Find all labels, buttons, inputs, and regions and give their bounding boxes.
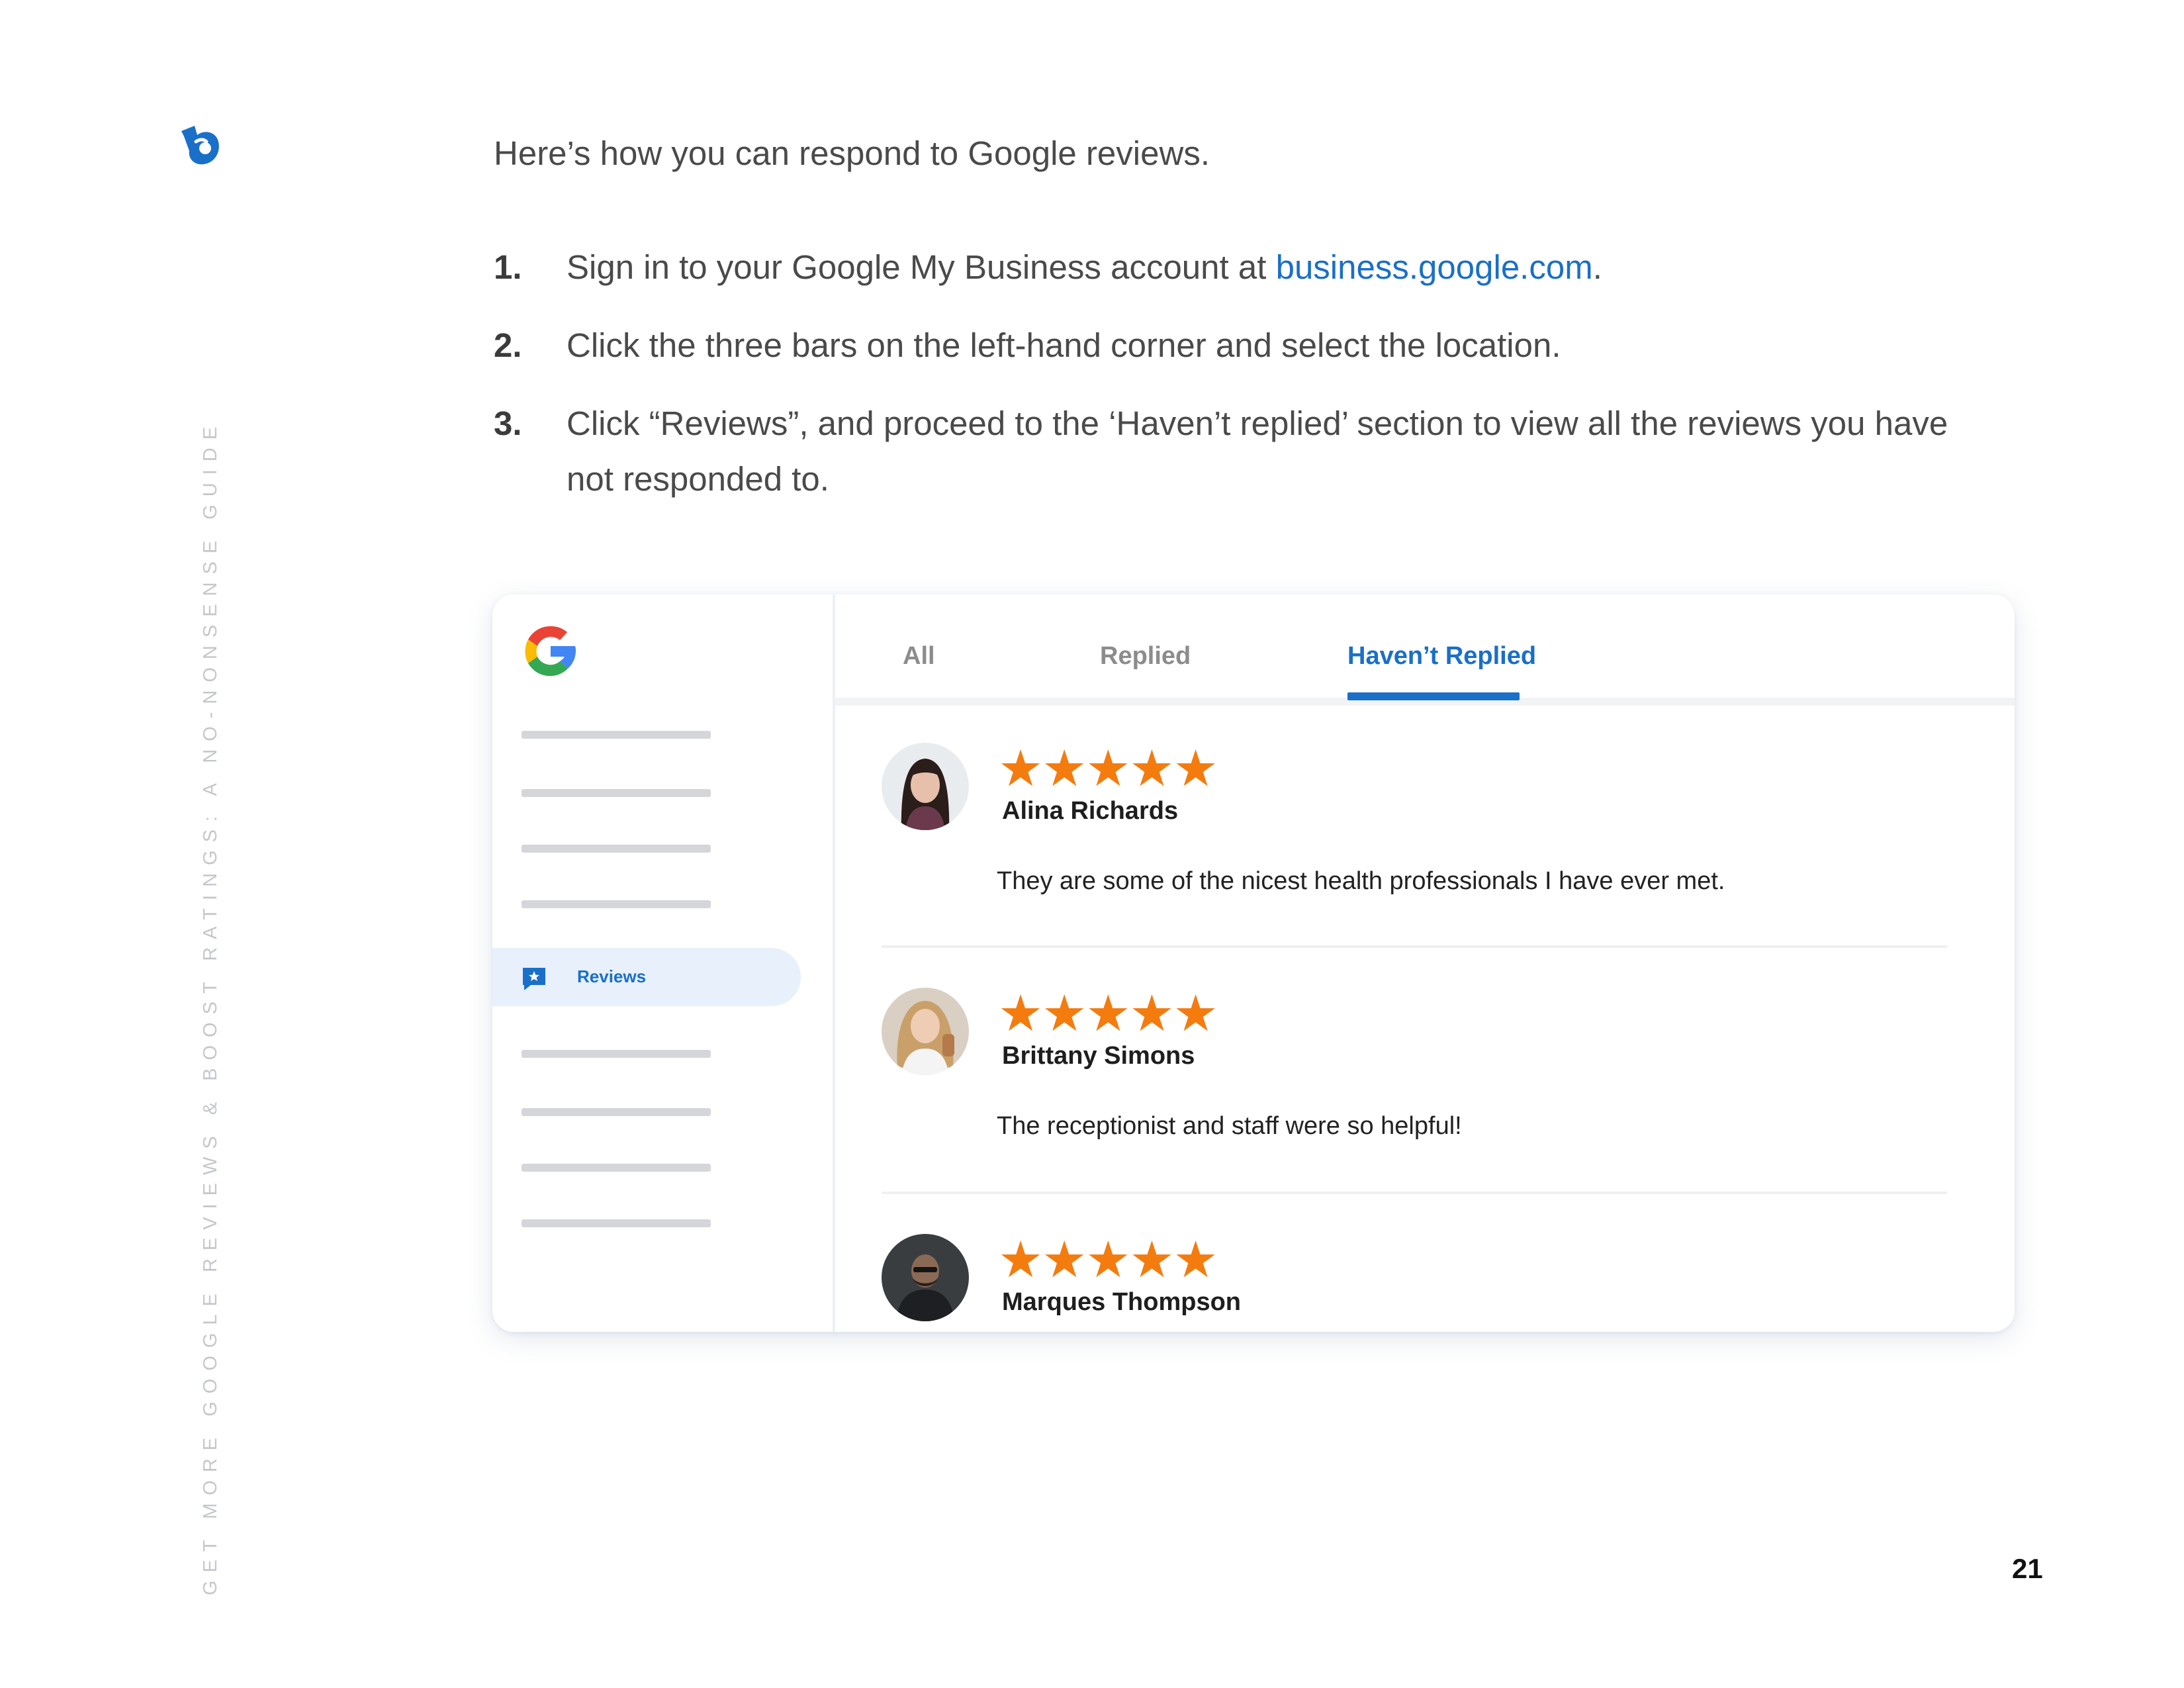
- menu-placeholder-bar[interactable]: [522, 1108, 711, 1116]
- step-text: Click the three bars on the left-hand co…: [567, 326, 1561, 364]
- menu-placeholder-bar[interactable]: [522, 1219, 711, 1227]
- mock-main: All Replied Haven’t Replied ★★★★★ Alina …: [835, 594, 2015, 1332]
- brand-logo-icon: [181, 126, 219, 165]
- step-text: Click “Reviews”, and proceed to the ‘Hav…: [567, 404, 1948, 498]
- step-2: 2. Click the three bars on the left-hand…: [494, 318, 1950, 373]
- avatar: [882, 988, 969, 1075]
- menu-placeholder-bar[interactable]: [522, 845, 711, 853]
- page-number: 21: [2012, 1553, 2043, 1584]
- business-google-link[interactable]: business.google.com: [1276, 248, 1593, 286]
- menu-placeholder-bar[interactable]: [522, 1050, 711, 1058]
- avatar: [882, 1234, 969, 1321]
- tab-havent-replied[interactable]: Haven’t Replied: [1347, 642, 1536, 671]
- reviewer-name: Alina Richards: [1002, 797, 1179, 825]
- sidebar-item-reviews[interactable]: Reviews: [492, 948, 801, 1006]
- active-tab-indicator: [1347, 692, 1520, 700]
- avatar: [882, 743, 969, 830]
- step-number: 3.: [494, 404, 522, 442]
- step-text: Sign in to your Google My Business accou…: [567, 248, 1276, 286]
- star-rating: ★★★★★: [998, 741, 1218, 797]
- step-number: 2.: [494, 326, 522, 364]
- tab-replied[interactable]: Replied: [1100, 642, 1191, 671]
- menu-placeholder-bar[interactable]: [522, 789, 711, 797]
- reviewer-name: Brittany Simons: [1002, 1042, 1195, 1070]
- reviewer-name: Marques Thompson: [1002, 1288, 1242, 1316]
- menu-placeholder-bar[interactable]: [522, 731, 711, 739]
- google-logo-icon: [525, 626, 576, 677]
- menu-placeholder-bar[interactable]: [522, 1164, 711, 1172]
- step-1: 1. Sign in to your Google My Business ac…: [494, 240, 1950, 295]
- step-text-end: .: [1592, 248, 1602, 286]
- star-rating: ★★★★★: [998, 1232, 1218, 1288]
- sidebar-item-label: Reviews: [577, 966, 647, 986]
- step-3: 3. Click “Reviews”, and proceed to the ‘…: [494, 396, 1950, 507]
- mock-sidebar: Reviews: [492, 594, 835, 1332]
- tab-all[interactable]: All: [903, 642, 935, 671]
- review-bubble-icon: [523, 968, 545, 990]
- review-text: The receptionist and staff were so helpf…: [997, 1112, 1462, 1140]
- steps-list: 1. Sign in to your Google My Business ac…: [494, 240, 1950, 530]
- review-divider: [882, 945, 1947, 948]
- intro-text: Here’s how you can respond to Google rev…: [494, 134, 1210, 172]
- side-title: GET MORE GOOGLE REVIEWS & BOOST RATINGS:…: [200, 418, 221, 1595]
- review-text: They are some of the nicest health profe…: [997, 867, 1725, 895]
- review-tabs: All Replied Haven’t Replied: [835, 594, 2015, 706]
- review-divider: [882, 1192, 1947, 1194]
- menu-placeholder-bar[interactable]: [522, 900, 711, 908]
- step-number: 1.: [494, 248, 522, 286]
- google-reviews-mockup: Reviews All Replied Haven’t Replied ★★★★…: [492, 594, 2015, 1332]
- star-rating: ★★★★★: [998, 986, 1218, 1042]
